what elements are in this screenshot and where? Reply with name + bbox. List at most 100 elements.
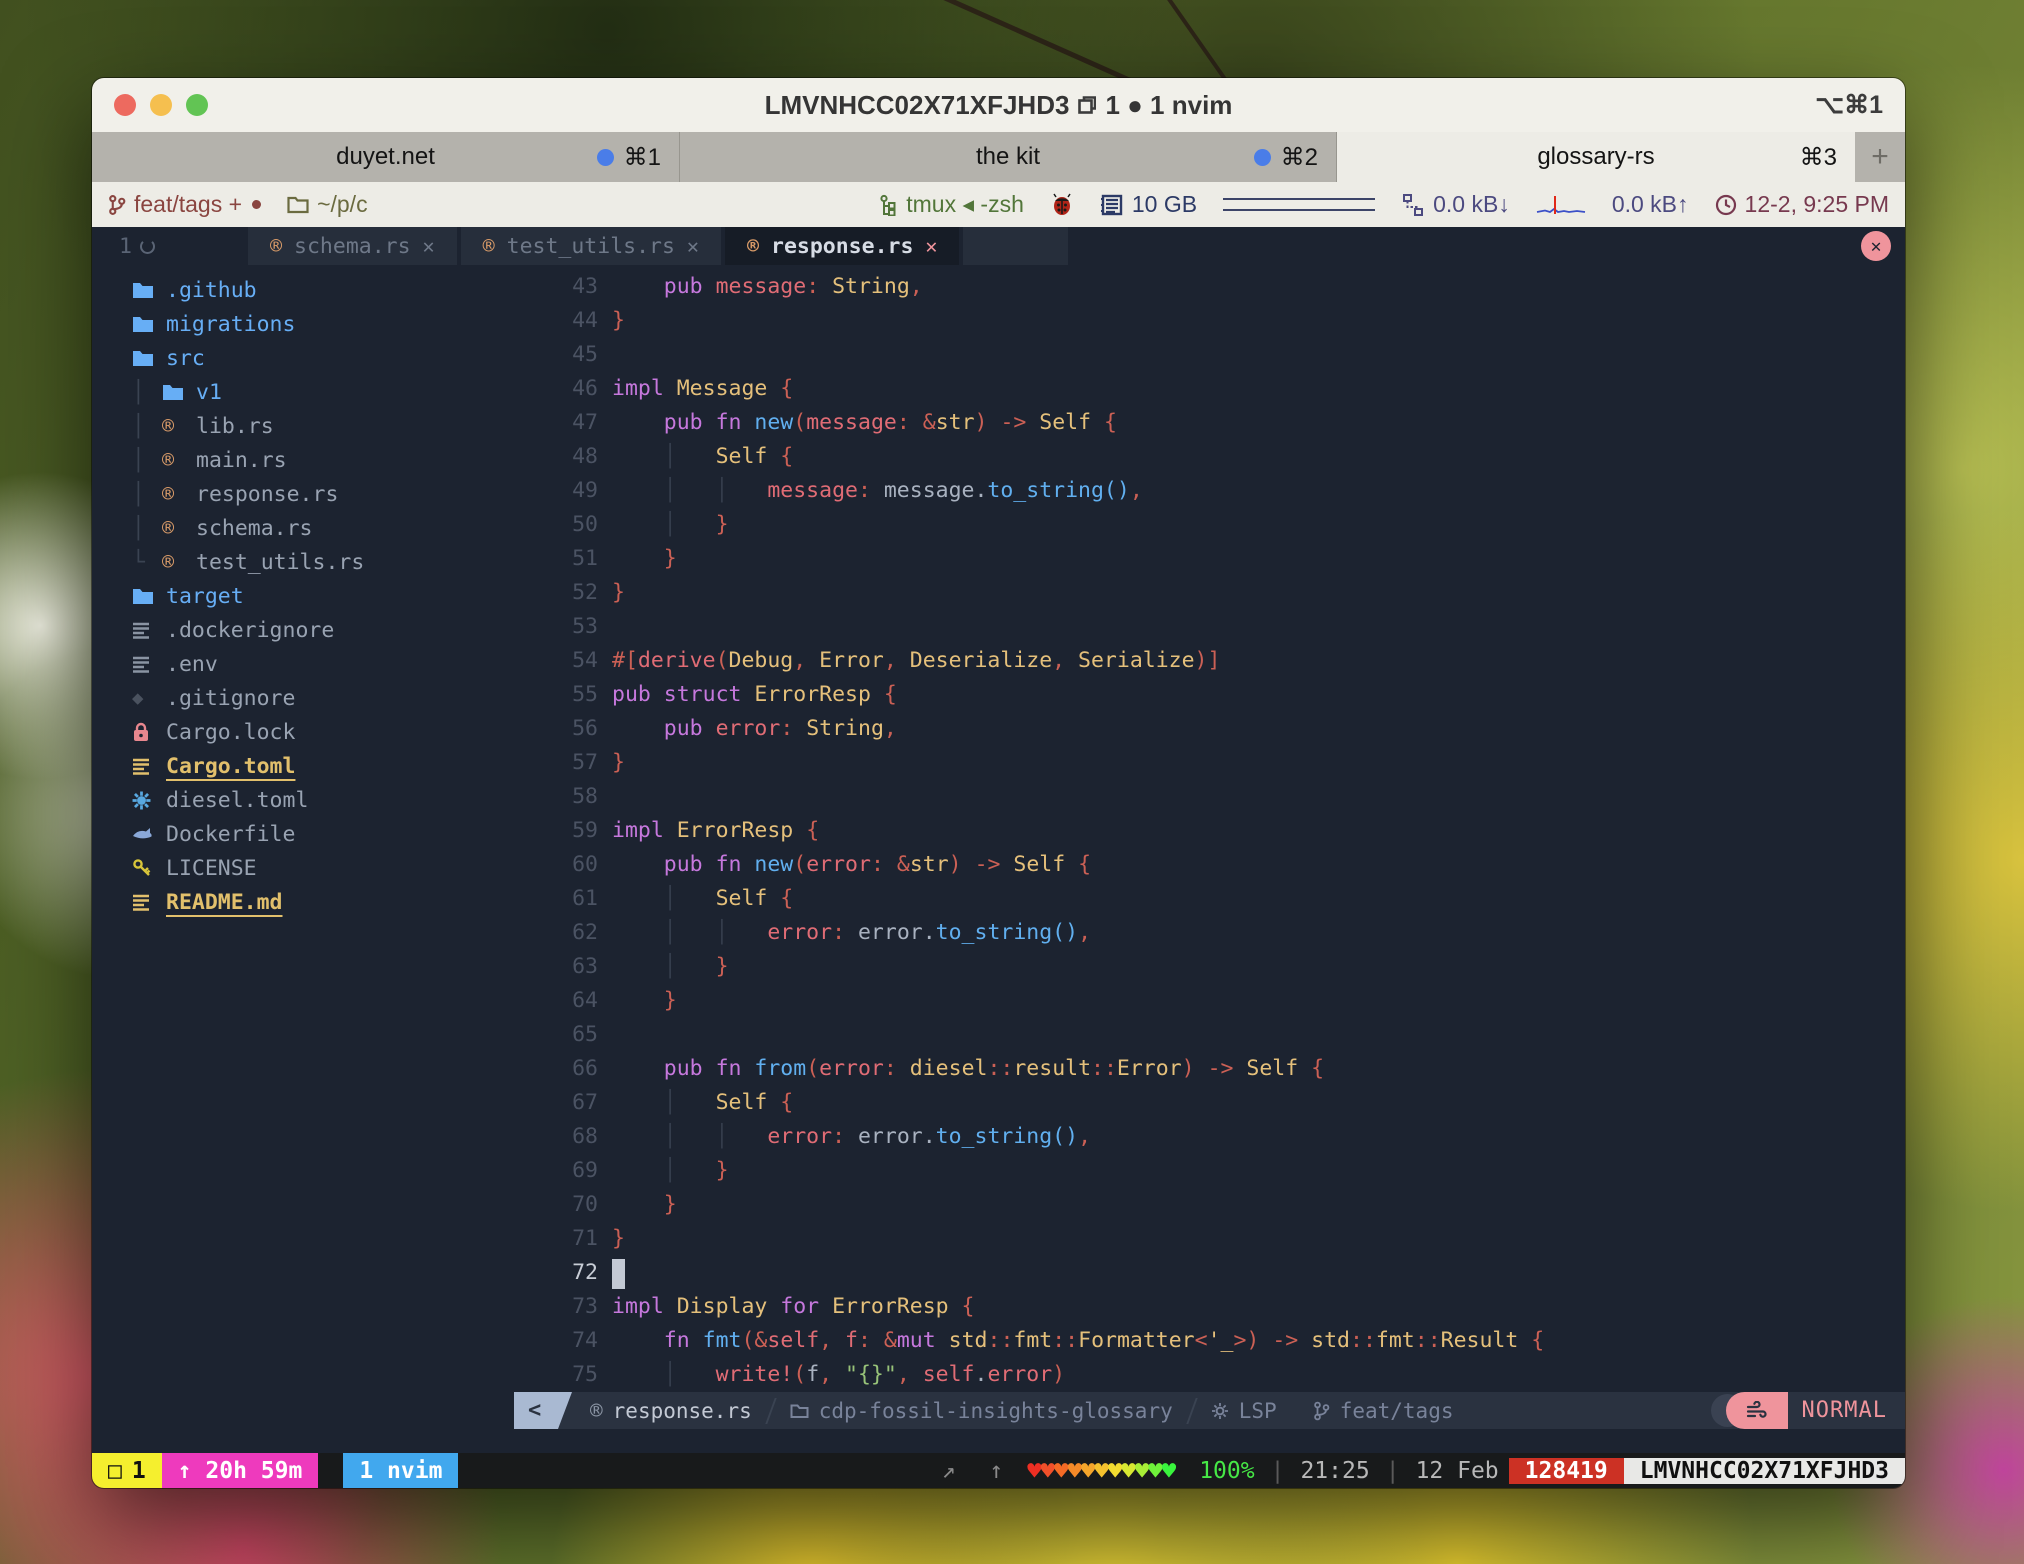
code-line-49[interactable]: 49 │ │ message: message.to_string(),: [530, 474, 1905, 508]
code-line-69[interactable]: 69 │ }: [530, 1154, 1905, 1188]
tmux-uptime: ↑ 20h 59m: [162, 1453, 319, 1488]
code-line-44[interactable]: 44}: [530, 304, 1905, 338]
code-line-50[interactable]: 50 │ }: [530, 508, 1905, 542]
tmux-status-bar: □ 1 ↑ 20h 59m 1 nvim ↗ ↑ ♥♥♥♥♥♥♥♥♥♥♥ 100…: [92, 1453, 1905, 1488]
code-line-74[interactable]: 74 fn fmt(&self, f: &mut std::fmt::Forma…: [530, 1324, 1905, 1358]
folder-icon: [162, 383, 196, 401]
code-line-57[interactable]: 57}: [530, 746, 1905, 780]
infobar-text: 10 GB: [1132, 191, 1197, 218]
code-line-62[interactable]: 62 │ │ error: error.to_string(),: [530, 916, 1905, 950]
tree-item-v1[interactable]: │v1: [132, 375, 530, 409]
tree-item-schema-rs[interactable]: │®schema.rs: [132, 511, 530, 545]
tmux-session[interactable]: 1 nvim: [343, 1453, 458, 1488]
tree-item-cargo-toml[interactable]: Cargo.toml: [132, 749, 530, 783]
close-all-buffers-button[interactable]: ✕: [1861, 231, 1891, 261]
infobar-text: 0.0 kB↓: [1433, 191, 1510, 218]
tree-item--github[interactable]: .github: [132, 273, 530, 307]
infobar-netgraph: [1536, 194, 1586, 216]
tree-item-test-utils-rs[interactable]: └®test_utils.rs: [132, 545, 530, 579]
line-content: │ }: [598, 1154, 729, 1188]
line-number: 48: [530, 440, 598, 474]
code-line-52[interactable]: 52}: [530, 576, 1905, 610]
tree-item-label: schema.rs: [196, 516, 313, 541]
close-buffer-icon[interactable]: ✕: [925, 234, 937, 258]
code-line-73[interactable]: 73impl Display for ErrorResp {: [530, 1290, 1905, 1324]
code-line-54[interactable]: 54#[derive(Debug, Error, Deserialize, Se…: [530, 644, 1905, 678]
code-line-64[interactable]: 64 }: [530, 984, 1905, 1018]
tree-item-target[interactable]: target: [132, 579, 530, 613]
line-content: [598, 1256, 625, 1290]
process-icon: [878, 194, 898, 216]
rust-icon: ®: [162, 482, 196, 506]
code-line-45[interactable]: 45: [530, 338, 1905, 372]
line-number: 67: [530, 1086, 598, 1120]
code-line-63[interactable]: 63 │ }: [530, 950, 1905, 984]
line-number: 53: [530, 610, 598, 644]
zoom-window-button[interactable]: [186, 94, 208, 116]
tree-item-main-rs[interactable]: │®main.rs: [132, 443, 530, 477]
tree-item--env[interactable]: .env: [132, 647, 530, 681]
folder-outline-icon: [287, 195, 309, 214]
code-line-72[interactable]: 72: [530, 1256, 1905, 1290]
line-number: 69: [530, 1154, 598, 1188]
close-window-button[interactable]: [114, 94, 136, 116]
line-number: 70: [530, 1188, 598, 1222]
line-number: 60: [530, 848, 598, 882]
code-editor[interactable]: 43 pub message: String,44}4546impl Messa…: [530, 265, 1905, 1392]
tab-glossary-rs[interactable]: glossary-rs⌘3: [1337, 132, 1855, 182]
tree-item-label: migrations: [166, 312, 295, 337]
code-line-43[interactable]: 43 pub message: String,: [530, 270, 1905, 304]
line-content: pub message: String,: [598, 270, 923, 304]
tab-duyet-net[interactable]: duyet.net⌘1: [92, 132, 680, 182]
code-line-53[interactable]: 53: [530, 610, 1905, 644]
line-number: 57: [530, 746, 598, 780]
code-line-60[interactable]: 60 pub fn new(error: &str) -> Self {: [530, 848, 1905, 882]
tree-item-response-rs[interactable]: │®response.rs: [132, 477, 530, 511]
line-content: [598, 780, 612, 814]
memory-graph: [1223, 198, 1375, 211]
code-line-47[interactable]: 47 pub fn new(message: &str) -> Self {: [530, 406, 1905, 440]
code-line-61[interactable]: 61 │ Self {: [530, 882, 1905, 916]
tree-item-label: diesel.toml: [166, 788, 308, 813]
tree-item-src[interactable]: src: [132, 341, 530, 375]
buffer-name: response.rs: [771, 234, 913, 259]
buffer-tab-test-utils-rs[interactable]: ®test_utils.rs✕: [461, 227, 721, 265]
close-buffer-icon[interactable]: ✕: [423, 234, 435, 258]
tree-item-dockerfile[interactable]: Dockerfile: [132, 817, 530, 851]
code-line-70[interactable]: 70 }: [530, 1188, 1905, 1222]
tree-item-migrations[interactable]: migrations: [132, 307, 530, 341]
code-line-66[interactable]: 66 pub fn from(error: diesel::result::Er…: [530, 1052, 1905, 1086]
tree-item-lib-rs[interactable]: │®lib.rs: [132, 409, 530, 443]
tree-indent-guide: │: [132, 414, 162, 439]
buffer-tab-schema-rs[interactable]: ®schema.rs✕: [248, 227, 457, 265]
code-line-48[interactable]: 48 │ Self {: [530, 440, 1905, 474]
buffer-tab-response-rs[interactable]: ®response.rs✕: [725, 227, 959, 265]
tree-item-readme-md[interactable]: README.md: [132, 885, 530, 919]
tmux-window-index[interactable]: □ 1: [92, 1453, 162, 1488]
window-glyph-icon: [1078, 90, 1096, 121]
code-line-56[interactable]: 56 pub error: String,: [530, 712, 1905, 746]
close-buffer-icon[interactable]: ✕: [687, 234, 699, 258]
tab-the-kit[interactable]: the kit⌘2: [680, 132, 1337, 182]
code-line-51[interactable]: 51 }: [530, 542, 1905, 576]
line-number: 66: [530, 1052, 598, 1086]
code-line-46[interactable]: 46impl Message {: [530, 372, 1905, 406]
code-line-59[interactable]: 59impl ErrorResp {: [530, 814, 1905, 848]
folder-icon: [790, 1403, 809, 1419]
minimize-window-button[interactable]: [150, 94, 172, 116]
infobar-text: tmux ◂ -zsh: [906, 191, 1024, 218]
code-line-75[interactable]: 75 │ write!(f, "{}", self.error): [530, 1358, 1905, 1392]
code-line-65[interactable]: 65: [530, 1018, 1905, 1052]
tree-item--gitignore[interactable]: ◆.gitignore: [132, 681, 530, 715]
tree-item-cargo-lock[interactable]: Cargo.lock: [132, 715, 530, 749]
new-tab-button[interactable]: +: [1855, 132, 1905, 182]
code-line-55[interactable]: 55pub struct ErrorResp {: [530, 678, 1905, 712]
code-line-68[interactable]: 68 │ │ error: error.to_string(),: [530, 1120, 1905, 1154]
code-line-67[interactable]: 67 │ Self {: [530, 1086, 1905, 1120]
tree-item-diesel-toml[interactable]: diesel.toml: [132, 783, 530, 817]
code-line-58[interactable]: 58: [530, 780, 1905, 814]
tree-item--dockerignore[interactable]: .dockerignore: [132, 613, 530, 647]
command-line[interactable]: [92, 1429, 1905, 1453]
code-line-71[interactable]: 71}: [530, 1222, 1905, 1256]
tree-item-license[interactable]: LICENSE: [132, 851, 530, 885]
